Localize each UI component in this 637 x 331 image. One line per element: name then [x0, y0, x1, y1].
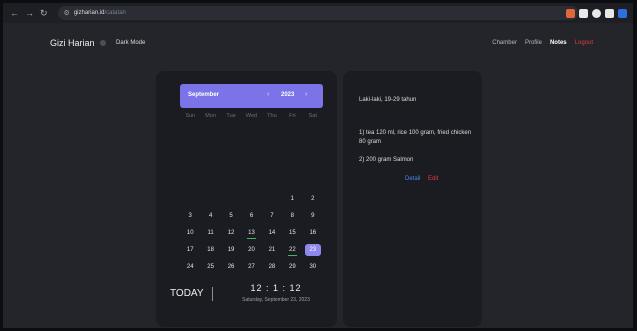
browser-nav: ← → ↻ [3, 8, 48, 19]
divider [212, 287, 213, 301]
calendar-header: September ‹ 2023 › [180, 84, 323, 108]
chevron-right-icon[interactable]: › [305, 91, 307, 98]
calendar-day[interactable]: 16 [303, 227, 323, 239]
note-entry: 2) 200 gram Salmon [359, 157, 414, 163]
weekday-label: Wed [245, 113, 258, 119]
calendar-day[interactable]: 6 [241, 210, 261, 222]
calendar-day[interactable]: 12 [221, 227, 241, 239]
calendar-day[interactable]: 21 [262, 244, 282, 256]
calendar-day[interactable]: 11 [200, 227, 220, 239]
calendar-year[interactable]: 2023 [281, 92, 294, 98]
brand-title[interactable]: Gizi Harian [50, 38, 95, 48]
calendar-day[interactable]: 25 [200, 261, 220, 273]
back-icon[interactable]: ← [10, 8, 19, 19]
notes-card: Laki-laki, 19-29 tahun 1) tea 120 ml, ri… [343, 71, 482, 327]
browser-toolbar: ← → ↻ ⚙ gizharian.id /catatan [3, 3, 633, 23]
calendar-day[interactable]: 15 [282, 227, 302, 239]
calendar-day[interactable]: 8 [282, 210, 302, 222]
calendar-day[interactable]: 26 [221, 261, 241, 273]
main-menu: Chamber Profile Notes Logout [492, 40, 593, 46]
weekday-label: Thu [267, 113, 277, 119]
full-date: Saturday, September 23, 2023 [242, 297, 310, 303]
calendar-day[interactable]: 28 [262, 261, 282, 273]
reload-icon[interactable]: ↻ [40, 8, 48, 19]
calendar-day[interactable]: 19 [221, 244, 241, 256]
weekday-label: Sun [185, 113, 196, 119]
menu-item-chamber[interactable]: Chamber [492, 40, 517, 46]
sidepanel-icon[interactable] [605, 8, 614, 18]
calendar-card: September ‹ 2023 › Sun Mon Tue Wed Thu Fri Sat… [156, 71, 337, 327]
extension-icon[interactable] [579, 8, 588, 18]
day-grid: 1 2 3 4 5 6 7 8 9 10 11 12 13 14 15 16 17 18 19 20 21 22 23 24 2… [180, 193, 323, 273]
weekday-label: Mon [205, 113, 216, 119]
edit-link[interactable]: Edit [428, 176, 438, 182]
calendar-day[interactable]: 14 [262, 227, 282, 239]
calendar-day[interactable]: 23 [304, 244, 321, 256]
address-bar[interactable]: ⚙ gizharian.id /catatan [57, 6, 578, 20]
top-navbar: Gizi Harian Dark Mode Chamber Profile Note… [3, 23, 633, 63]
menu-item-notes[interactable]: Notes [550, 40, 567, 46]
forward-icon[interactable]: → [25, 8, 34, 19]
dark-mode-toggle[interactable] [100, 40, 106, 46]
app-window: Gizi Harian Dark Mode Chamber Profile Note… [3, 23, 633, 328]
calendar-day[interactable]: 13 [241, 227, 261, 239]
calendar-day[interactable]: 30 [303, 261, 323, 273]
calendar-day[interactable]: 9 [303, 210, 323, 222]
dark-mode-label: Dark Mode [116, 40, 146, 46]
calendar-day[interactable]: 1 [282, 193, 302, 205]
calendar-day[interactable]: 29 [282, 261, 302, 273]
calendar-day[interactable]: 24 [180, 261, 200, 273]
extensions-area [566, 8, 627, 18]
menu-item-logout[interactable]: Logout [575, 40, 593, 46]
puzzle-icon[interactable] [592, 8, 601, 18]
calendar-month[interactable]: September [188, 92, 219, 98]
chevron-left-icon[interactable]: ‹ [267, 91, 269, 98]
calendar-day[interactable]: 18 [200, 244, 220, 256]
calendar-day[interactable]: 22 [282, 244, 302, 256]
profile-avatar-icon[interactable] [618, 8, 627, 18]
today-button[interactable]: TODAY [170, 288, 204, 299]
extension-icon[interactable] [566, 8, 575, 18]
age-group: Laki-laki, 19-29 tahun [359, 97, 417, 103]
url-host: gizharian.id [73, 10, 105, 16]
calendar-day[interactable]: 7 [262, 210, 282, 222]
calendar-day[interactable]: 2 [303, 193, 323, 205]
calendar-day[interactable]: 4 [200, 210, 220, 222]
menu-item-profile[interactable]: Profile [525, 40, 542, 46]
weekday-label: Sat [308, 113, 317, 119]
weekday-label: Fri [289, 113, 296, 119]
calendar-day[interactable]: 20 [241, 244, 261, 256]
calendar-day[interactable]: 3 [180, 210, 200, 222]
weekday-row: Sun Mon Tue Wed Thu Fri Sat [180, 113, 323, 119]
detail-link[interactable]: Detail [405, 176, 420, 182]
calendar-day[interactable]: 17 [180, 244, 200, 256]
note-entry: 1) tea 120 ml, rice 100 gram, fried chic… [359, 130, 472, 145]
clock: 12 : 1 : 12 [250, 283, 302, 293]
url-path: /catatan [104, 10, 126, 16]
calendar-day[interactable]: 27 [241, 261, 261, 273]
calendar-day[interactable]: 5 [221, 210, 241, 222]
site-info-icon[interactable]: ⚙ [64, 9, 70, 17]
weekday-label: Tue [226, 113, 236, 119]
calendar-day[interactable]: 10 [180, 227, 200, 239]
